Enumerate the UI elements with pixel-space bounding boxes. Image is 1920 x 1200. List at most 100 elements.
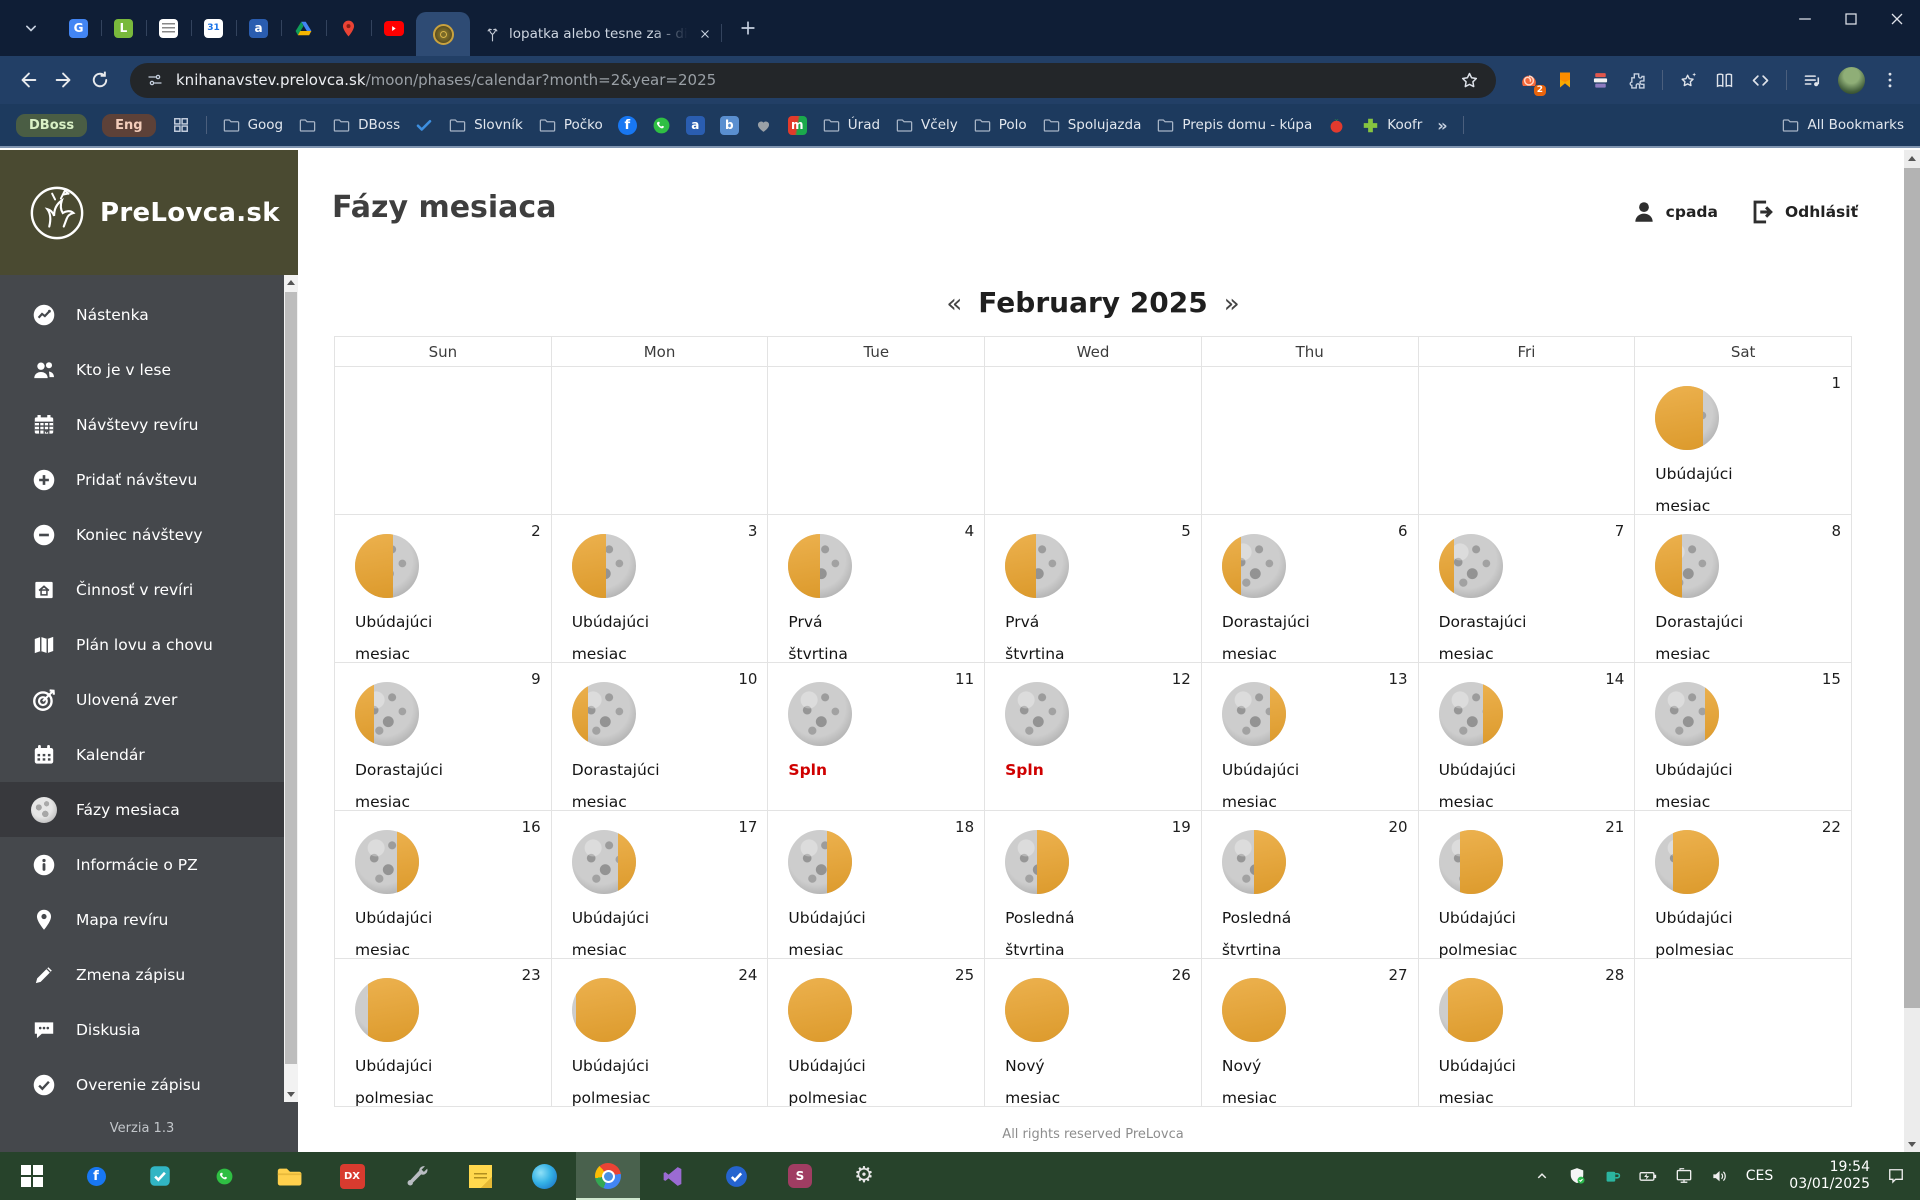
bookmark-item[interactable]: Prepis domu - kúpa — [1156, 116, 1312, 135]
sidebar-item-dashboard-chart[interactable]: Nástenka — [0, 287, 284, 342]
taskbar-app-whatsapp[interactable] — [192, 1152, 256, 1200]
taskbar-app-settings-gear[interactable]: ⚙ — [832, 1152, 896, 1200]
avatar-icon[interactable] — [1838, 66, 1865, 94]
taskbar-app-app-maroon[interactable]: S — [768, 1152, 832, 1200]
scroll-up-icon[interactable] — [1904, 150, 1920, 166]
sidebar-item-calendar[interactable]: Kalendár — [0, 727, 284, 782]
bookmark-item[interactable] — [652, 116, 671, 135]
playlist-icon[interactable] — [1802, 70, 1823, 91]
browser-tab[interactable]: lopatka alebo tesne za - diskusi — [470, 12, 722, 56]
sidebar-item-chat-bubble[interactable]: Diskusia — [0, 1002, 284, 1057]
bookmark-item[interactable]: Polo — [973, 116, 1027, 135]
tab-search-button[interactable] — [16, 13, 46, 43]
pinned-tab-google-calendar[interactable]: 31 — [191, 11, 237, 45]
sidebar-item-target-arrow[interactable]: Ulovená zver — [0, 672, 284, 727]
sidebar-item-moon-sphere[interactable]: Fázy mesiaca — [0, 782, 284, 837]
minimize-window-icon[interactable] — [1782, 0, 1828, 38]
taskbar-app-edge[interactable] — [512, 1152, 576, 1200]
page-scrollbar[interactable] — [1904, 150, 1920, 1152]
sidebar-item-folded-map[interactable]: Plán lovu a chovu — [0, 617, 284, 672]
bookmark-item[interactable]: Včely — [895, 116, 958, 135]
puzzle-icon[interactable] — [1626, 70, 1647, 91]
bookmark-item[interactable]: m — [787, 115, 807, 135]
action-center-icon[interactable] — [1878, 1152, 1914, 1200]
sidebar-item-map-pin[interactable]: Mapa revíru — [0, 892, 284, 947]
bookmark-item[interactable] — [1327, 116, 1346, 135]
sidebar-brand[interactable]: PreLovca.sk — [0, 150, 298, 275]
tray-chevron-up-icon[interactable] — [1525, 1152, 1559, 1200]
tray-language[interactable]: CES — [1738, 1152, 1782, 1200]
extension-snail-icon[interactable]: 2 — [1518, 69, 1546, 96]
bookmark-item[interactable]: f — [617, 115, 637, 135]
sidebar-item-calendar-grid[interactable]: Návštevy revíru — [0, 397, 284, 452]
sidebar-item-info-circle[interactable]: Informácie o PZ — [0, 837, 284, 892]
sidebar-scrollbar[interactable] — [284, 275, 298, 1102]
bookmark-item[interactable] — [298, 116, 317, 135]
bookmark-item[interactable]: Počko — [538, 116, 603, 135]
bookmark-item[interactable] — [754, 116, 773, 135]
page-scrollbar-thumb[interactable] — [1904, 168, 1920, 1008]
sidebar-item-check-circle[interactable]: Overenie zápisu — [0, 1057, 284, 1102]
pinned-tab-youtube[interactable] — [371, 11, 417, 45]
logout-button[interactable]: Odhlásiť — [1748, 198, 1858, 226]
scroll-down-icon[interactable] — [1904, 1136, 1920, 1152]
bookmark-item[interactable]: Úrad — [822, 116, 880, 135]
bookmark-item[interactable] — [415, 116, 433, 134]
bookmark-item[interactable]: Spolujazda — [1042, 116, 1141, 135]
bookmark-item[interactable]: Koofr — [1361, 116, 1422, 135]
bookmark-item[interactable]: Goog — [222, 116, 283, 135]
all-bookmarks[interactable]: All Bookmarks — [1781, 116, 1904, 135]
site-info-icon[interactable] — [146, 71, 164, 89]
sidebar-item-minus-circle[interactable]: Koniec návštevy — [0, 507, 284, 562]
prev-month-button[interactable]: « — [946, 289, 962, 319]
taskbar-app-todo-blue[interactable] — [704, 1152, 768, 1200]
next-month-button[interactable]: » — [1224, 289, 1240, 319]
star-sparkle-icon[interactable] — [1678, 70, 1699, 91]
sidebar-item-activity-map[interactable]: Činnosť v revíri — [0, 562, 284, 617]
address-bar[interactable]: knihanavstev.prelovca.sk/moon/phases/cal… — [130, 62, 1496, 98]
tab-close-icon[interactable] — [696, 25, 714, 43]
bookmark-pill[interactable]: Eng — [102, 113, 156, 137]
sidebar-item-pencil[interactable]: Zmena zápisu — [0, 947, 284, 1002]
reading-list-icon[interactable] — [1714, 70, 1735, 91]
taskbar-app-windows-start[interactable] — [0, 1152, 64, 1200]
close-window-icon[interactable] — [1874, 0, 1920, 38]
sidebar-item-plus-circle[interactable]: Pridať návštevu — [0, 452, 284, 507]
forward-icon[interactable] — [46, 62, 82, 98]
bookmark-item[interactable]: Slovník — [448, 116, 523, 135]
bookmark-item[interactable]: a — [685, 115, 705, 135]
bookmark-star-icon[interactable] — [1459, 70, 1480, 91]
tray-mug-icon[interactable] — [1595, 1152, 1630, 1200]
bookmark-item[interactable]: DBoss — [332, 116, 400, 135]
pinned-tab-google-drive[interactable] — [281, 11, 327, 45]
sidebar-item-users[interactable]: Kto je v lese — [0, 342, 284, 397]
scroll-up-icon[interactable] — [284, 275, 298, 290]
new-tab-button[interactable] — [732, 12, 764, 44]
taskbar-app-tools[interactable] — [384, 1152, 448, 1200]
bookmark-pill[interactable]: DBoss — [16, 113, 88, 137]
taskbar-app-todo-teal[interactable] — [128, 1152, 192, 1200]
pinned-tab-news[interactable] — [146, 11, 192, 45]
extension-books-icon[interactable] — [1590, 70, 1611, 91]
pinned-tab-google-maps[interactable] — [326, 11, 372, 45]
pinned-tab-letter-l[interactable]: L — [101, 11, 147, 45]
maximize-window-icon[interactable] — [1828, 0, 1874, 38]
user-menu[interactable]: cpada — [1631, 199, 1718, 225]
code-icon[interactable] — [1750, 70, 1771, 91]
kebab-icon[interactable] — [1880, 70, 1900, 90]
tray-battery-icon[interactable] — [1630, 1152, 1666, 1200]
taskbar-app-visual-studio[interactable] — [640, 1152, 704, 1200]
back-icon[interactable] — [10, 62, 46, 98]
taskbar-app-chrome[interactable] — [576, 1152, 640, 1200]
extension-bookmark-flag-icon[interactable] — [1555, 70, 1575, 90]
taskbar-app-file-explorer[interactable] — [256, 1152, 320, 1200]
taskbar-app-devexpress[interactable]: DX — [320, 1152, 384, 1200]
bookmark-item[interactable]: b — [719, 115, 739, 135]
tray-defender-shield-icon[interactable] — [1559, 1152, 1595, 1200]
pinned-tab-prelovca-emblem[interactable] — [416, 12, 470, 56]
bookmark-item[interactable]: » — [1437, 116, 1447, 135]
pinned-tab-google-translate[interactable]: G — [56, 11, 102, 45]
taskbar-app-facebook[interactable]: f — [64, 1152, 128, 1200]
pinned-tab-azet-mail[interactable]: a — [236, 11, 282, 45]
taskbar-clock[interactable]: 19:54 03/01/2025 — [1781, 1159, 1878, 1193]
